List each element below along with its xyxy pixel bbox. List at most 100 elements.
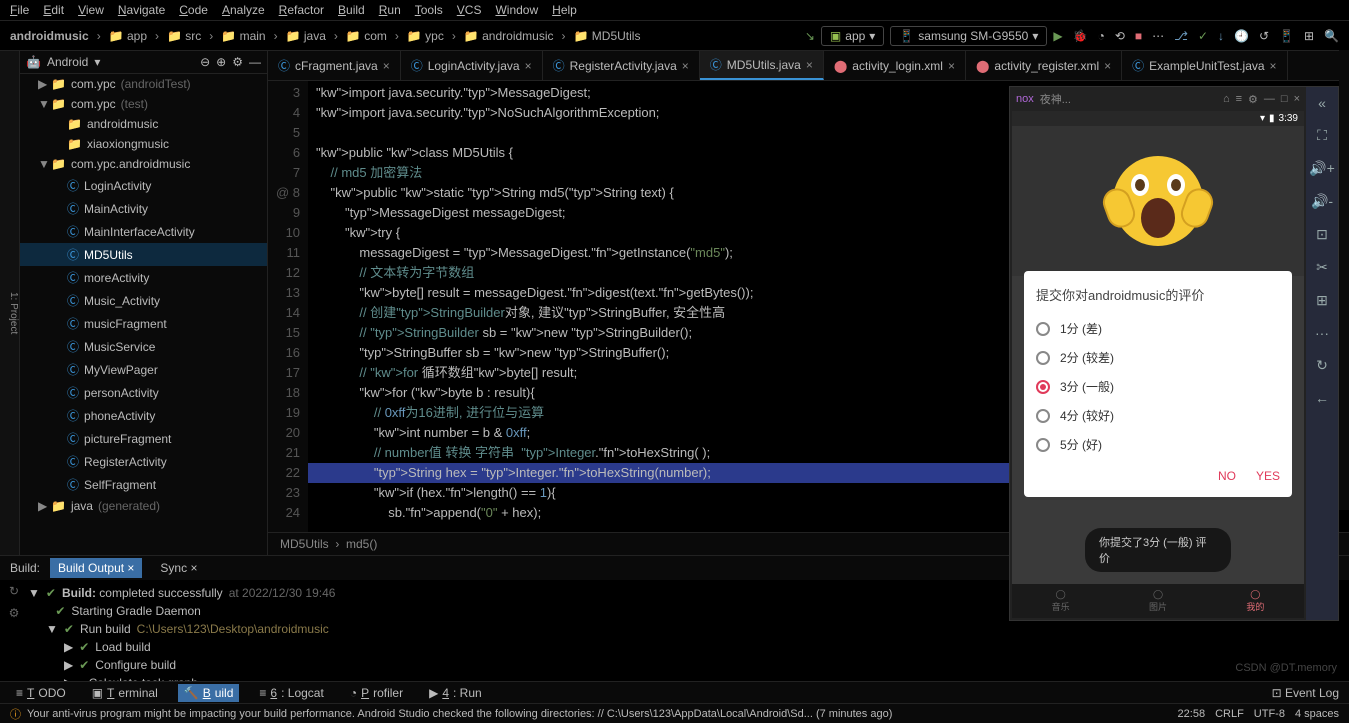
tree-item-comypc[interactable]: ▼📁com.ypc (test) <box>20 94 267 114</box>
tab-md5utilsjava[interactable]: ⒸMD5Utils.java× <box>700 51 824 80</box>
tab-exampleunittestjava[interactable]: ⒸExampleUnitTest.java× <box>1122 51 1287 80</box>
tree-item-comypc[interactable]: ▶📁com.ypc (androidTest) <box>20 74 267 94</box>
bottom-tab-todo[interactable]: ≡ TODO <box>10 684 72 702</box>
nav-音乐[interactable]: ◯音乐 <box>1012 584 1109 618</box>
breadcrumb-item[interactable]: androidmusic <box>10 29 89 43</box>
tree-item-moreactivity[interactable]: ⒸmoreActivity <box>20 266 267 289</box>
tree-item-phoneactivity[interactable]: ⒸphoneActivity <box>20 404 267 427</box>
status-item[interactable]: CRLF <box>1215 708 1244 720</box>
status-item[interactable]: 4 spaces <box>1295 708 1339 720</box>
menu-help[interactable]: Help <box>552 3 577 17</box>
tree-item-musicactivity[interactable]: ⒸMusic_Activity <box>20 289 267 312</box>
bottom-tab-logcat[interactable]: ≡ 6: Logcat <box>253 684 329 702</box>
emu-close-icon[interactable]: × <box>1294 93 1300 105</box>
build-row[interactable]: ▶✔Configure build <box>24 656 1265 674</box>
rating-option[interactable]: 3分 (一般) <box>1036 372 1280 401</box>
tab-loginactivityjava[interactable]: ⒸLoginActivity.java× <box>401 51 543 80</box>
menu-run[interactable]: Run <box>379 3 401 17</box>
tree-item-xiaoxiongmusic[interactable]: 📁xiaoxiongmusic <box>20 134 267 154</box>
menu-window[interactable]: Window <box>495 3 538 17</box>
dialog-no-button[interactable]: NO <box>1218 469 1236 483</box>
collapse-icon[interactable]: ⊖ <box>200 55 210 69</box>
tab-activityregisterxml[interactable]: ⬤activity_register.xml× <box>966 51 1122 80</box>
tree-item-maininterfaceactivity[interactable]: ⒸMainInterfaceActivity <box>20 220 267 243</box>
breadcrumb-item[interactable]: 📁 main <box>221 29 265 43</box>
menu-navigate[interactable]: Navigate <box>118 3 165 17</box>
nav-我的[interactable]: ◯我的 <box>1207 584 1304 618</box>
run-config-selector[interactable]: ▣ app ▾ <box>821 26 884 46</box>
add-config-icon[interactable]: ↘ <box>805 29 815 43</box>
build-row[interactable]: ▶✔Load build <box>24 638 1265 656</box>
menu-analyze[interactable]: Analyze <box>222 3 265 17</box>
tree-item-md5utils[interactable]: ⒸMD5Utils <box>20 243 267 266</box>
emu-min-icon[interactable]: — <box>1264 93 1275 105</box>
tree-item-comypcandroidmusic[interactable]: ▼📁com.ypc.androidmusic <box>20 154 267 174</box>
emu-settings-icon[interactable]: ⚙ <box>1248 93 1258 106</box>
emu-side-button[interactable]: 🔊- <box>1311 193 1333 210</box>
emu-side-button[interactable]: ⊡ <box>1316 226 1328 243</box>
emu-side-button[interactable]: « <box>1318 95 1326 111</box>
tree-item-picturefragment[interactable]: ⒸpictureFragment <box>20 427 267 450</box>
profile-icon[interactable]: ◔ <box>1098 29 1105 43</box>
close-icon[interactable]: × <box>806 58 813 72</box>
tree-item-androidmusic[interactable]: 📁androidmusic <box>20 114 267 134</box>
menu-view[interactable]: View <box>78 3 104 17</box>
menu-vcs[interactable]: VCS <box>457 3 482 17</box>
emu-home-icon[interactable]: ⌂ <box>1223 93 1230 105</box>
tree-item-musicservice[interactable]: ⒸMusicService <box>20 335 267 358</box>
menu-edit[interactable]: Edit <box>43 3 64 17</box>
breadcrumb-item[interactable]: 📁 app <box>109 29 147 43</box>
tab-activityloginxml[interactable]: ⬤activity_login.xml× <box>824 51 966 80</box>
dialog-yes-button[interactable]: YES <box>1256 469 1280 483</box>
build-output-tab[interactable]: Build Output × <box>50 558 142 578</box>
sync-tab[interactable]: Sync × <box>152 558 205 578</box>
hide-icon[interactable]: — <box>249 55 261 69</box>
emu-side-button[interactable]: ⛶ <box>1317 127 1327 144</box>
tree-item-java[interactable]: ▶📁java (generated) <box>20 496 267 516</box>
debug-icon[interactable]: 🐞 <box>1073 29 1088 43</box>
emu-side-button[interactable]: ··· <box>1315 325 1329 341</box>
sdk-icon[interactable]: ⊞ <box>1304 29 1314 43</box>
more-icon[interactable]: ⋯ <box>1152 29 1164 43</box>
search-icon[interactable]: 🔍 <box>1324 29 1339 43</box>
emu-side-button[interactable]: ↻ <box>1316 357 1328 374</box>
tree-item-loginactivity[interactable]: ⒸLoginActivity <box>20 174 267 197</box>
history-icon[interactable]: 🕘 <box>1234 29 1249 43</box>
emu-side-button[interactable]: ⊞ <box>1316 292 1328 309</box>
close-icon[interactable]: × <box>383 59 390 73</box>
emu-side-button[interactable]: 🔊+ <box>1309 160 1335 177</box>
emu-side-button[interactable]: ✂ <box>1316 259 1328 276</box>
bottom-tab-run[interactable]: ▶ 4: Run <box>423 684 488 702</box>
menu-tools[interactable]: Tools <box>415 3 443 17</box>
tree-item-mainactivity[interactable]: ⒸMainActivity <box>20 197 267 220</box>
device-selector[interactable]: 📱 samsung SM-G9550 ▾ <box>890 26 1047 46</box>
close-icon[interactable]: × <box>1270 59 1277 73</box>
event-log-tab[interactable]: ⊡ Event Log <box>1272 686 1339 700</box>
menu-code[interactable]: Code <box>179 3 208 17</box>
commit-icon[interactable]: ✓ <box>1198 29 1208 43</box>
rating-option[interactable]: 2分 (较差) <box>1036 343 1280 372</box>
settings-icon[interactable]: ⚙ <box>232 55 243 69</box>
tool-tab-project[interactable]: 1: Project <box>8 292 19 334</box>
emulator-screen[interactable]: ▾▮3:39 提交你对androidmusic的评价 1分 (差)2分 (较差)… <box>1012 111 1304 618</box>
status-item[interactable]: 22:58 <box>1178 708 1206 720</box>
attach-icon[interactable]: ⟲ <box>1115 29 1125 43</box>
close-icon[interactable]: × <box>682 59 689 73</box>
close-icon[interactable]: × <box>525 59 532 73</box>
build-row[interactable]: ▼✔Run build C:\Users\123\Desktop\android… <box>24 620 1265 638</box>
breadcrumb-item[interactable]: 📁 src <box>167 29 201 43</box>
build-row[interactable]: ▶ Calculate task graph <box>24 674 1265 681</box>
build-rerun-icon[interactable]: ↻ <box>9 584 19 598</box>
bottom-tab-profiler[interactable]: ◔ Profiler <box>344 684 409 702</box>
rating-option[interactable]: 1分 (差) <box>1036 314 1280 343</box>
build-filter-icon[interactable]: ⚙ <box>9 606 20 620</box>
breadcrumb-item[interactable]: 📁 ypc <box>407 29 444 43</box>
expand-icon[interactable]: ⊕ <box>216 55 226 69</box>
nav-图片[interactable]: ◯图片 <box>1109 584 1206 618</box>
tree-item-musicfragment[interactable]: ⒸmusicFragment <box>20 312 267 335</box>
tree-item-registeractivity[interactable]: ⒸRegisterActivity <box>20 450 267 473</box>
git-icon[interactable]: ⎇ <box>1174 29 1188 43</box>
emu-menu-icon[interactable]: ≡ <box>1236 93 1242 105</box>
tree-item-myviewpager[interactable]: ⒸMyViewPager <box>20 358 267 381</box>
breadcrumb-item[interactable]: 📁 androidmusic <box>464 29 554 43</box>
